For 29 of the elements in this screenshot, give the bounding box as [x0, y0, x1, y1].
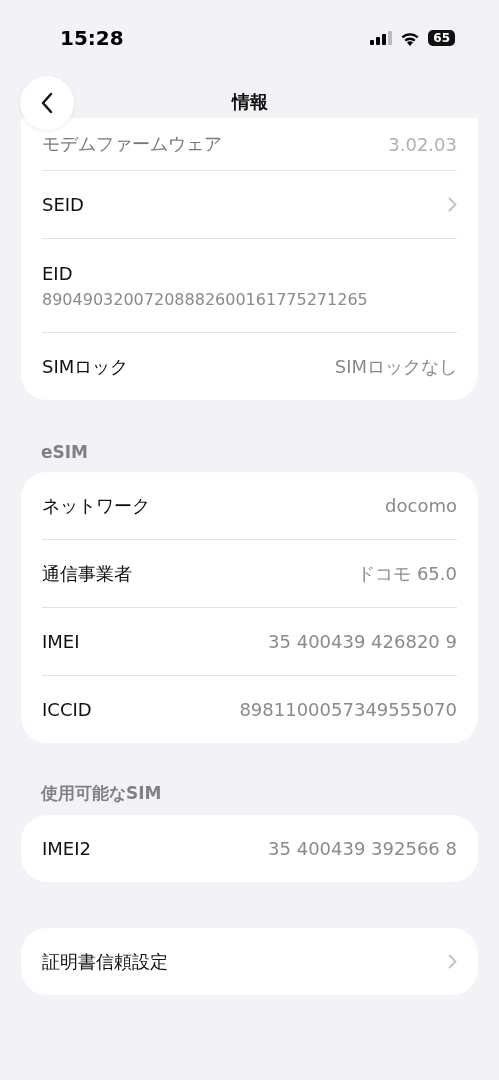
back-button[interactable]: [20, 76, 74, 130]
row-label: ネットワーク: [42, 493, 150, 518]
row-value: 89049032007208882600161775271265: [42, 289, 368, 309]
wifi-icon: [400, 30, 421, 46]
row-value: 3.02.03: [388, 133, 457, 155]
row-value: docomo: [385, 495, 457, 516]
chevron-icon: [448, 954, 457, 969]
settings-row-link[interactable]: SEID: [42, 171, 457, 238]
row-label: IMEI2: [42, 838, 91, 859]
row-value: SIMロックなし: [334, 354, 457, 379]
row-label: 通信事業者: [42, 561, 132, 586]
section-header: 使用可能なSIM: [40, 782, 163, 805]
row-label: モデムファームウェア: [42, 132, 222, 156]
signal-icon: [370, 31, 393, 45]
row-value: 8981100057349555070: [239, 699, 457, 720]
section-header: eSIM: [40, 441, 89, 464]
row-value: ドコモ 65.0: [357, 561, 457, 586]
row-label: EID: [42, 262, 73, 284]
chevron-icon: [448, 197, 457, 212]
row-label: IMEI: [42, 631, 80, 652]
battery-level: 65: [428, 30, 455, 46]
row-label: ICCID: [42, 699, 92, 720]
row-label: SIMロック: [42, 354, 129, 379]
settings-row-link[interactable]: 証明書信頼設定: [42, 928, 457, 995]
row-value: 35 400439 426820 9: [268, 631, 457, 652]
status-time: 15:28: [60, 26, 124, 50]
back-icon: [41, 92, 53, 114]
row-value: 35 400439 392566 8: [268, 838, 457, 859]
nav-title: 情報: [231, 90, 268, 114]
